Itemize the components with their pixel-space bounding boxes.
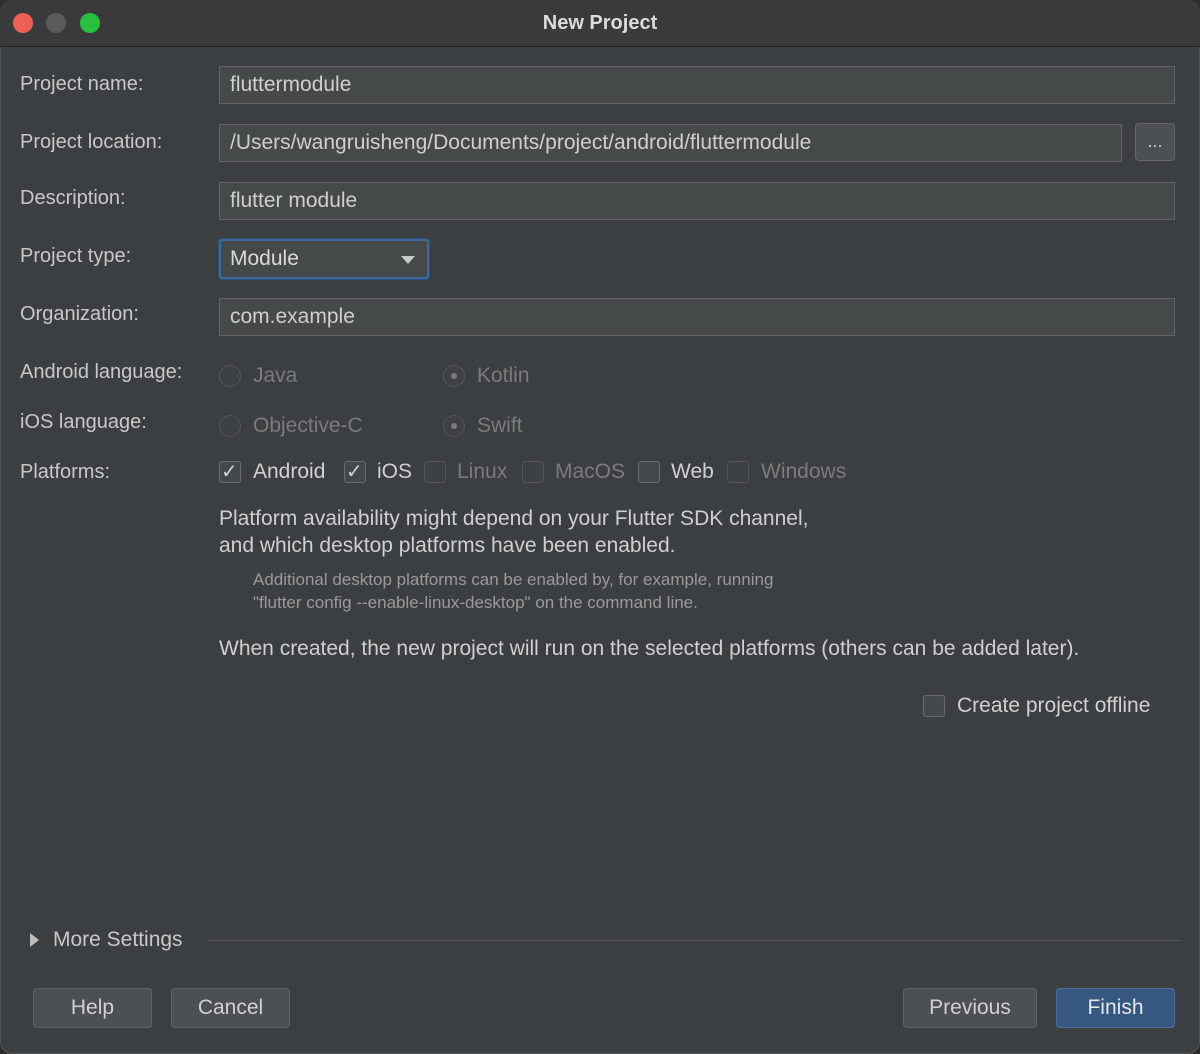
availability-text-line1: Platform availability might depend on yo…: [219, 507, 809, 530]
check-icon: ✓: [346, 461, 363, 483]
project-type-value: Module: [230, 247, 299, 270]
organization-input[interactable]: com.example: [219, 298, 1175, 336]
created-info-text: When created, the new project will run o…: [219, 637, 1080, 660]
radio-java[interactable]: [219, 365, 241, 387]
project-type-select[interactable]: Module: [219, 239, 429, 279]
platforms-label: Platforms:: [20, 461, 111, 483]
new-project-dialog: New Project Project name: fluttermodule …: [0, 0, 1200, 1054]
description-input[interactable]: flutter module: [219, 182, 1175, 220]
checkbox-windows-label: Windows: [761, 460, 847, 483]
more-settings-toggle[interactable]: More Settings: [53, 928, 183, 952]
desktop-note-line2: "flutter config --enable-linux-desktop" …: [253, 593, 698, 612]
expand-triangle-icon[interactable]: [30, 933, 39, 947]
checkbox-windows[interactable]: [727, 461, 749, 483]
checkbox-ios[interactable]: ✓: [344, 461, 366, 483]
finish-button[interactable]: Finish: [1056, 988, 1175, 1028]
project-type-label: Project type:: [20, 245, 132, 267]
project-name-input[interactable]: fluttermodule: [219, 66, 1175, 104]
chevron-down-icon: [401, 256, 415, 264]
more-settings-divider: [208, 940, 1180, 941]
radio-swift[interactable]: [443, 415, 465, 437]
radio-swift-label: Swift: [477, 414, 523, 437]
check-icon: ✓: [221, 461, 238, 483]
project-name-label: Project name:: [20, 73, 144, 95]
checkbox-android-label: Android: [253, 460, 326, 483]
description-label: Description:: [20, 187, 126, 209]
checkbox-macos-label: MacOS: [555, 460, 626, 483]
checkbox-ios-label: iOS: [377, 460, 413, 483]
checkbox-linux[interactable]: [424, 461, 446, 483]
checkbox-web-label: Web: [671, 460, 714, 483]
radio-kotlin-label: Kotlin: [477, 364, 530, 387]
radio-objective-c-label: Objective-C: [253, 414, 363, 437]
checkbox-create-offline-label: Create project offline: [957, 694, 1151, 717]
project-location-input[interactable]: /Users/wangruisheng/Documents/project/an…: [219, 124, 1122, 162]
android-language-label: Android language:: [20, 361, 183, 383]
desktop-note-line1: Additional desktop platforms can be enab…: [253, 570, 774, 589]
title-bar: New Project: [0, 0, 1200, 47]
window-title: New Project: [542, 12, 658, 34]
checkbox-macos[interactable]: [522, 461, 544, 483]
radio-objective-c[interactable]: [219, 415, 241, 437]
checkbox-linux-label: Linux: [457, 460, 508, 483]
previous-button[interactable]: Previous: [903, 988, 1037, 1028]
radio-kotlin[interactable]: [443, 365, 465, 387]
ios-language-label: iOS language:: [20, 411, 147, 433]
radio-java-label: Java: [253, 364, 298, 387]
checkbox-web[interactable]: [638, 461, 660, 483]
browse-location-button[interactable]: ...: [1135, 123, 1175, 161]
organization-label: Organization:: [20, 303, 139, 325]
cancel-button[interactable]: Cancel: [171, 988, 290, 1028]
checkbox-android[interactable]: ✓: [219, 461, 241, 483]
help-button[interactable]: Help: [33, 988, 152, 1028]
project-location-label: Project location:: [20, 131, 163, 153]
availability-text-line2: and which desktop platforms have been en…: [219, 534, 676, 557]
checkbox-create-offline[interactable]: [923, 695, 945, 717]
